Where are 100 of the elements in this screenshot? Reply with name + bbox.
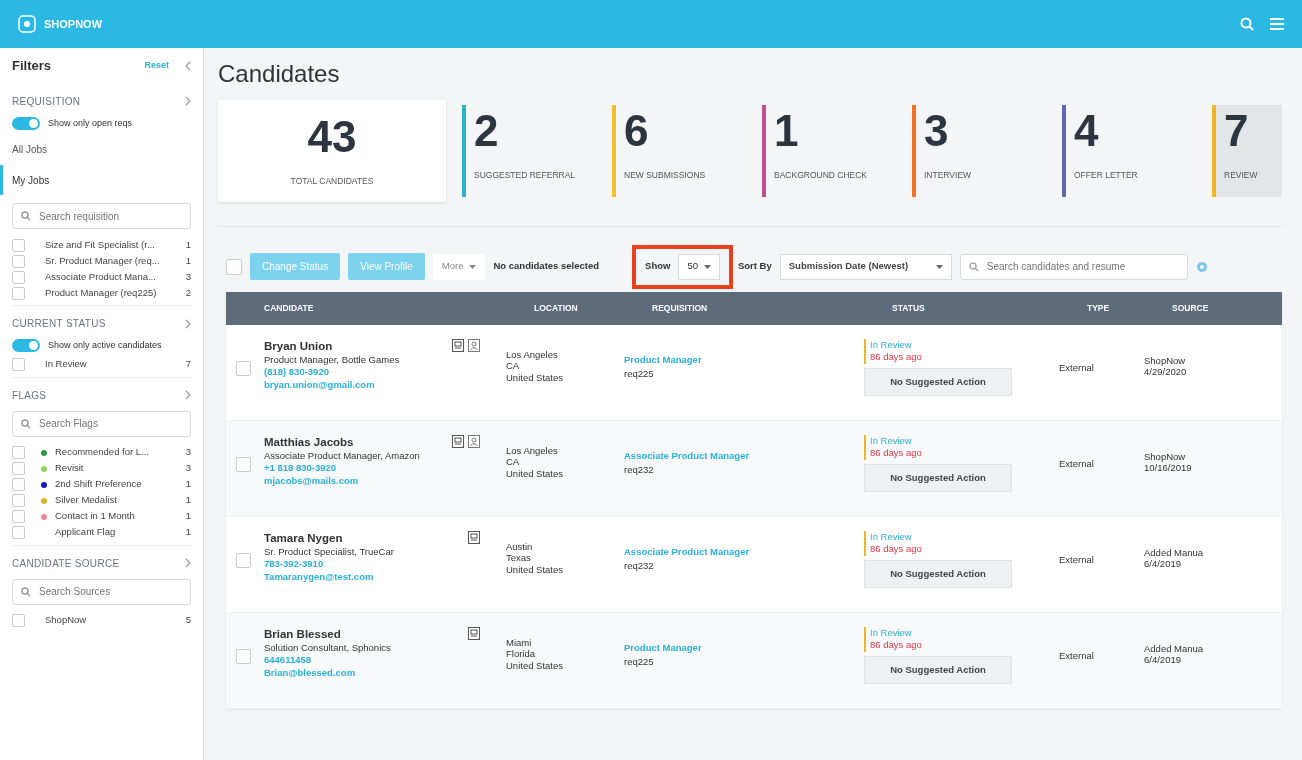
option-count: 1 [185,253,191,268]
toggle-switch[interactable] [12,116,40,130]
option-count: 3 [185,445,191,460]
candidate-name[interactable]: Matthias Jacobs [264,435,420,450]
row-checkbox[interactable] [236,649,251,664]
checkbox[interactable] [12,446,25,459]
section-title: REQUISITION [12,94,81,109]
option-count: 1 [185,237,191,252]
status-age: 86 days ago [870,639,923,652]
source-text: ShopNow [1144,451,1187,463]
source-text: 6/4/2019 [1144,558,1182,570]
candidate-name[interactable]: Bryan Union [264,339,400,354]
logo-icon [18,15,36,33]
checkbox[interactable] [12,358,25,371]
candidate-search-field[interactable]: Search candidates and resume [959,253,1188,280]
stat-label: REVIEW [1224,169,1259,182]
chevron-icon[interactable] [185,96,191,106]
search-field[interactable]: Search Flags [12,410,191,437]
checkbox[interactable] [12,238,25,252]
option-count: 3 [185,461,191,476]
job-filter-tab[interactable]: My Jobs [12,174,50,186]
search-icon [968,261,979,272]
stat-card[interactable]: 6 NEW SUBMISSIONS [612,105,762,197]
checkbox[interactable] [12,270,25,284]
suggested-action-button[interactable]: No Suggested Action [864,655,1012,684]
option-count: 1 [185,509,191,524]
search-icon [21,418,31,429]
section-title: CURRENT STATUS [12,317,106,331]
column-header: LOCATION [534,303,578,314]
option-count: 1 [185,493,191,508]
location-text: Miami [506,637,533,649]
selection-status: No candidates selected [493,259,600,274]
job-filter-tab[interactable]: All Jobs [12,144,47,155]
checkbox[interactable] [12,286,25,300]
stat-card[interactable]: 1 BACKGROUND CHECK [762,105,912,197]
chevron-icon[interactable] [185,558,191,568]
sidebar-title: Filters [12,57,51,75]
sort-label: Sort By [738,259,772,274]
checkbox[interactable] [12,494,25,507]
location-text: CA [506,456,521,468]
suggested-action-button[interactable]: No Suggested Action [864,463,1012,492]
document-icon[interactable] [452,339,464,352]
select-all-checkbox[interactable] [226,258,242,275]
suggested-action-button[interactable]: No Suggested Action [864,367,1012,396]
document-icon[interactable] [452,435,464,448]
document-icon[interactable] [468,531,480,544]
option-count: 1 [185,477,191,492]
checkbox[interactable] [12,462,25,475]
show-label: Show [645,259,671,274]
filter-option: Silver Medalist [55,493,117,508]
column-header: TYPE [1087,303,1110,314]
person-icon[interactable] [468,435,480,448]
filter-option: Product Manager (req225) [45,285,157,301]
stat-card[interactable]: 7 REVIEW [1212,105,1282,197]
stat-card[interactable]: 2 SUGGESTED REFERRAL [462,105,612,197]
brand-name: SHOPNOW [44,16,103,32]
status-text: In Review [870,339,913,352]
location-text: Texas [506,552,532,564]
location-text: CA [506,360,521,372]
document-icon[interactable] [468,627,480,640]
toggle-switch[interactable] [12,339,40,353]
more-dropdown[interactable]: More [432,253,486,280]
collapse-icon[interactable] [185,60,191,71]
source-text: Added Manua [1144,643,1205,655]
checkbox[interactable] [12,526,25,539]
stat-value: 3 [924,109,950,153]
checkbox[interactable] [12,510,25,523]
suggested-action-button[interactable]: No Suggested Action [864,559,1012,588]
sort-dropdown[interactable]: Submission Date (Newest) [779,253,952,280]
row-checkbox[interactable] [236,361,251,376]
page-size-dropdown[interactable]: 50 [678,253,720,280]
candidate-name[interactable]: Brian Blessed [264,627,391,642]
candidate-name[interactable]: Tamara Nygen [264,531,394,546]
chevron-icon[interactable] [185,318,191,329]
filter-option: Associate Product Mana... [45,269,156,285]
person-icon[interactable] [468,339,480,352]
row-checkbox[interactable] [236,457,251,472]
option-count: 7 [185,357,191,372]
toggle-label: Show only open reqs [48,116,133,130]
caret-icon [935,264,943,269]
chevron-icon[interactable] [185,390,191,400]
location-text: United States [506,371,565,384]
gear-icon[interactable] [1195,260,1208,273]
stat-card[interactable]: 43 TOTAL CANDIDATES [218,100,446,202]
checkbox[interactable] [12,614,25,627]
requisition-id: req232 [624,559,655,574]
menu-icon[interactable] [1270,18,1284,30]
source-text: 10/16/2019 [1144,462,1193,474]
row-checkbox[interactable] [236,553,251,568]
search-field[interactable]: Search Sources [12,578,191,605]
checkbox[interactable] [12,254,25,268]
search-field[interactable]: Search requisition [12,203,191,229]
location-text: United States [506,467,565,480]
status-age: 86 days ago [870,543,923,556]
source-text: ShopNow [1144,355,1187,367]
option-count: 2 [185,285,191,300]
search-icon[interactable] [1240,17,1254,31]
stat-card[interactable]: 3 INTERVIEW [912,105,1062,197]
checkbox[interactable] [12,478,25,491]
requisition-id: req232 [624,463,655,478]
